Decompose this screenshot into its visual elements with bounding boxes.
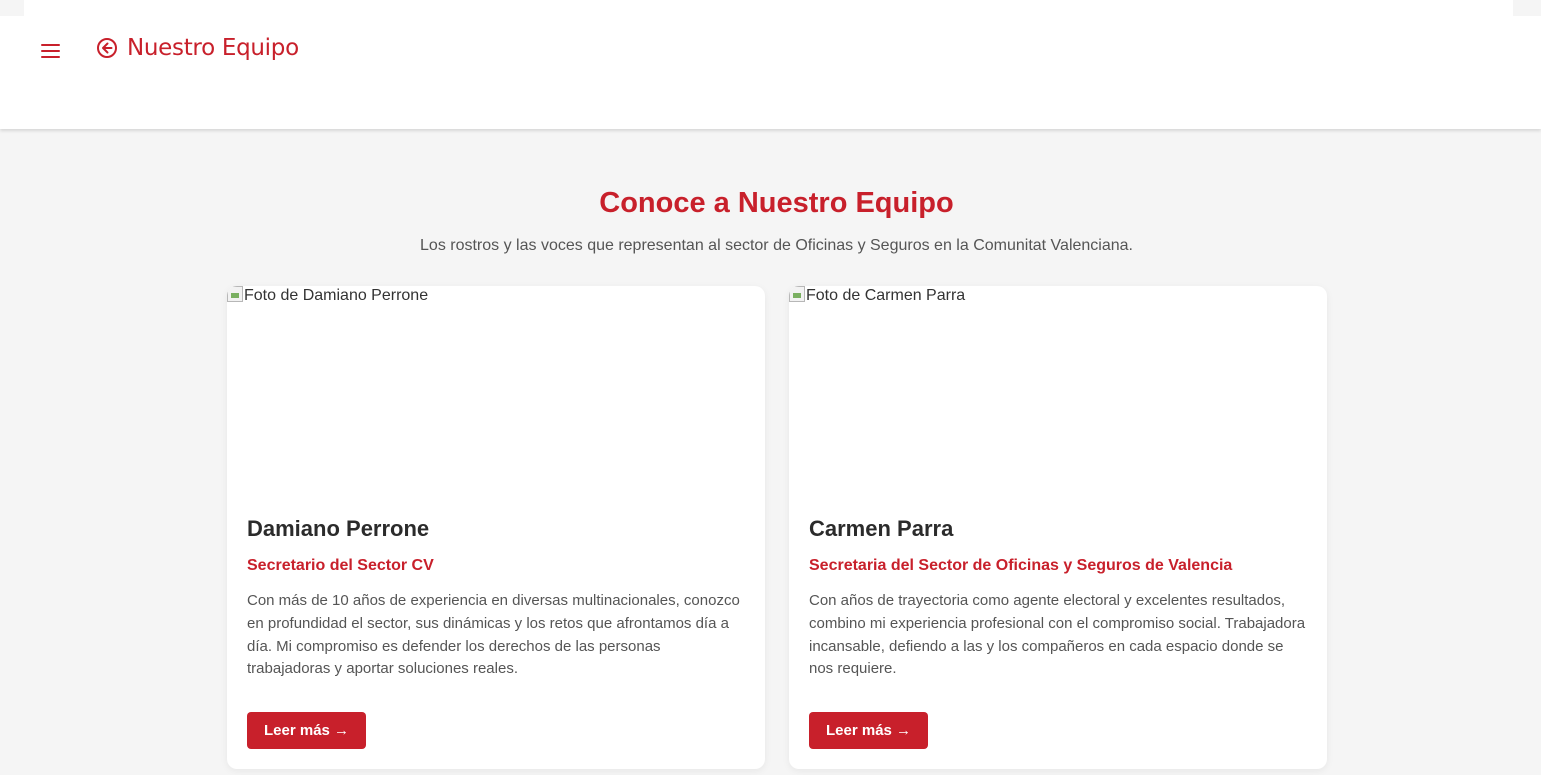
circle-arrow-left-icon bbox=[96, 37, 118, 59]
section-subtitle: Los rostros y las voces que representan … bbox=[420, 237, 1133, 254]
member-photo-alt: Foto de Damiano Perrone bbox=[244, 287, 429, 304]
header-edge-right bbox=[1513, 0, 1541, 16]
member-bio: Con años de trayectoria como agente elec… bbox=[809, 592, 1306, 678]
section-title: Conoce a Nuestro Equipo bbox=[599, 187, 954, 219]
broken-image-icon bbox=[789, 286, 805, 302]
member-photo: Foto de Carmen Parra bbox=[789, 286, 1327, 486]
broken-image-icon bbox=[227, 286, 243, 302]
page-title: Nuestro Equipo bbox=[127, 35, 299, 61]
member-role: Secretario del Sector CV bbox=[247, 557, 434, 574]
read-more-button[interactable]: Leer más → bbox=[247, 712, 367, 749]
read-more-button[interactable]: Leer más → bbox=[809, 712, 929, 749]
member-photo-alt: Foto de Carmen Parra bbox=[806, 287, 966, 304]
top-header: Nuestro Equipo bbox=[0, 0, 1541, 129]
member-photo: Foto de Damiano Perrone bbox=[227, 286, 765, 486]
header-edge-left bbox=[0, 0, 24, 16]
member-name: Carmen Parra bbox=[809, 516, 954, 541]
member-name: Damiano Perrone bbox=[247, 516, 430, 541]
team-member-card: Foto de Carmen Parra Carmen Parra Secret… bbox=[789, 286, 1327, 769]
member-bio: Con más de 10 años de experiencia en div… bbox=[247, 592, 740, 678]
member-role: Secretaria del Sector de Oficinas y Segu… bbox=[809, 557, 1233, 574]
hamburger-menu-icon[interactable] bbox=[40, 43, 61, 59]
back-link[interactable]: Nuestro Equipo bbox=[96, 35, 299, 61]
team-member-card: Foto de Damiano Perrone Damiano Perrone … bbox=[227, 286, 765, 769]
team-section: Conoce a Nuestro Equipo Los rostros y la… bbox=[0, 129, 1541, 775]
